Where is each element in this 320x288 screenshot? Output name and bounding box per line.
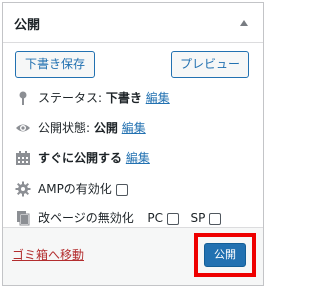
status-text: ステータス: 下書き 編集 (38, 88, 170, 108)
eye-icon (15, 120, 31, 136)
sp-label: SP (190, 211, 206, 225)
schedule-label: すぐに公開する (38, 151, 123, 165)
publish-highlight-frame: 公開 (194, 233, 256, 277)
visibility-label: 公開状態: (38, 121, 91, 135)
amp-text: AMPの有効化 (38, 179, 128, 199)
copy-pages-icon (15, 210, 31, 226)
status-value: 下書き (105, 91, 142, 105)
pc-checkbox[interactable] (166, 213, 179, 225)
schedule-edit-link[interactable]: 編集 (126, 151, 150, 165)
save-draft-button[interactable]: 下書き保存 (15, 51, 95, 78)
status-edit-link[interactable]: 編集 (146, 91, 170, 105)
sp-checkbox[interactable] (209, 213, 222, 225)
pc-label: PC (147, 211, 164, 225)
collapse-toggle-icon[interactable] (240, 20, 248, 26)
major-publishing-actions: ゴミ箱へ移動 公開 (3, 227, 263, 285)
pin-icon (15, 90, 31, 106)
panel-title: 公開 (14, 18, 41, 33)
trash-link[interactable]: ゴミ箱へ移動 (12, 246, 84, 263)
amp-label: AMPの有効化 (38, 182, 112, 196)
publish-panel: 公開 下書き保存 プレビュー ステータス: 下書き 編集 公開状態: 公開 編集… (2, 2, 264, 286)
visibility-value: 公開 (93, 121, 118, 135)
page-break-text: 改ページの無効化 PC SP (38, 208, 222, 228)
schedule-text: すぐに公開する 編集 (38, 148, 150, 168)
publish-button[interactable]: 公開 (204, 243, 246, 267)
page-break-label: 改ページの無効化 (38, 211, 134, 225)
status-label: ステータス: (38, 91, 103, 105)
gear-icon (15, 181, 31, 197)
panel-header: 公開 (3, 3, 263, 43)
visibility-edit-link[interactable]: 編集 (122, 121, 146, 135)
preview-button[interactable]: プレビュー (171, 51, 249, 78)
calendar-icon (15, 150, 31, 166)
visibility-text: 公開状態: 公開 編集 (38, 118, 146, 138)
amp-checkbox[interactable] (115, 184, 128, 196)
